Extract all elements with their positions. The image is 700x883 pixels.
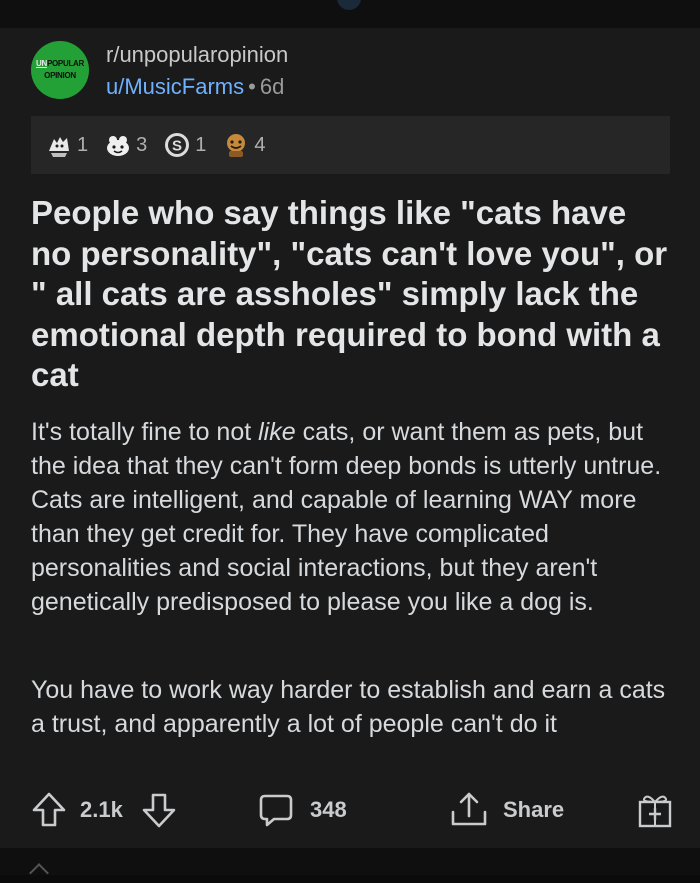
silver-award-icon: S [165,133,190,157]
post-age: 6d [259,74,285,99]
award-helpful: 3 [104,131,147,159]
helpful-award-icon [107,136,130,156]
comment-count-text: 348 [310,797,347,822]
svg-text:S: S [172,138,182,155]
author-link[interactable]: u/MusicFarms [106,74,244,99]
award-count: 1 [77,133,89,156]
subreddit-avatar-word1: POPULAR [46,59,84,68]
body-emphasis: like [258,418,296,446]
body-text: It's totally fine to not [31,418,259,446]
award-count: 3 [136,133,148,156]
give-award-button[interactable] [637,788,673,832]
award-wholesome: 1 [45,131,88,159]
top-indicator [337,0,361,10]
post-title[interactable]: People who say things like "cats have no… [31,193,671,396]
award-silver: S 1 [163,131,206,159]
share-label[interactable]: Share [503,788,564,832]
subreddit-avatar[interactable]: UNPOPULAR OPINION [31,41,89,99]
vote-count-text: 2.1k [80,797,123,822]
post-body-paragraph-2: You have to work way harder to establish… [31,676,666,738]
share-label-text: Share [503,797,565,822]
downvote-button[interactable] [141,788,177,832]
speech-bubble-icon [259,794,293,827]
gift-award-icon [638,795,672,828]
comment-count[interactable]: 348 [310,788,347,832]
award-count: 1 [195,133,207,156]
wholesome-award-icon [49,137,69,157]
post-body-paragraph-1: It's totally fine to not like cats, or w… [31,415,681,619]
award-bravo: 4 [222,131,266,159]
subreddit-name[interactable]: r/unpopularopinion [106,42,288,68]
subreddit-avatar-prefix: UN [36,59,47,68]
meta-separator: • [248,74,256,99]
body-text: cats, or want them as pets, but the idea… [31,418,662,616]
bottom-bar [0,848,700,875]
post-action-bar: 2.1k 348 Share [0,788,700,832]
status-bar [0,0,700,28]
comment-button[interactable] [258,788,294,832]
share-button[interactable] [449,788,489,832]
arrow-up-icon [32,792,66,827]
subreddit-avatar-line2: OPINION [44,71,76,80]
bravo-award-icon [227,134,246,157]
award-count: 4 [254,133,266,156]
awards-bar[interactable]: 1 3 S 1 4 [31,116,670,174]
upvote-button[interactable] [31,788,67,832]
subreddit-avatar-line1: UNPOPULAR [36,60,84,68]
arrow-down-icon [142,793,176,828]
share-upload-icon [451,792,487,826]
post-meta: u/MusicFarms • 6d [106,74,284,100]
vote-count: 2.1k [80,788,123,832]
